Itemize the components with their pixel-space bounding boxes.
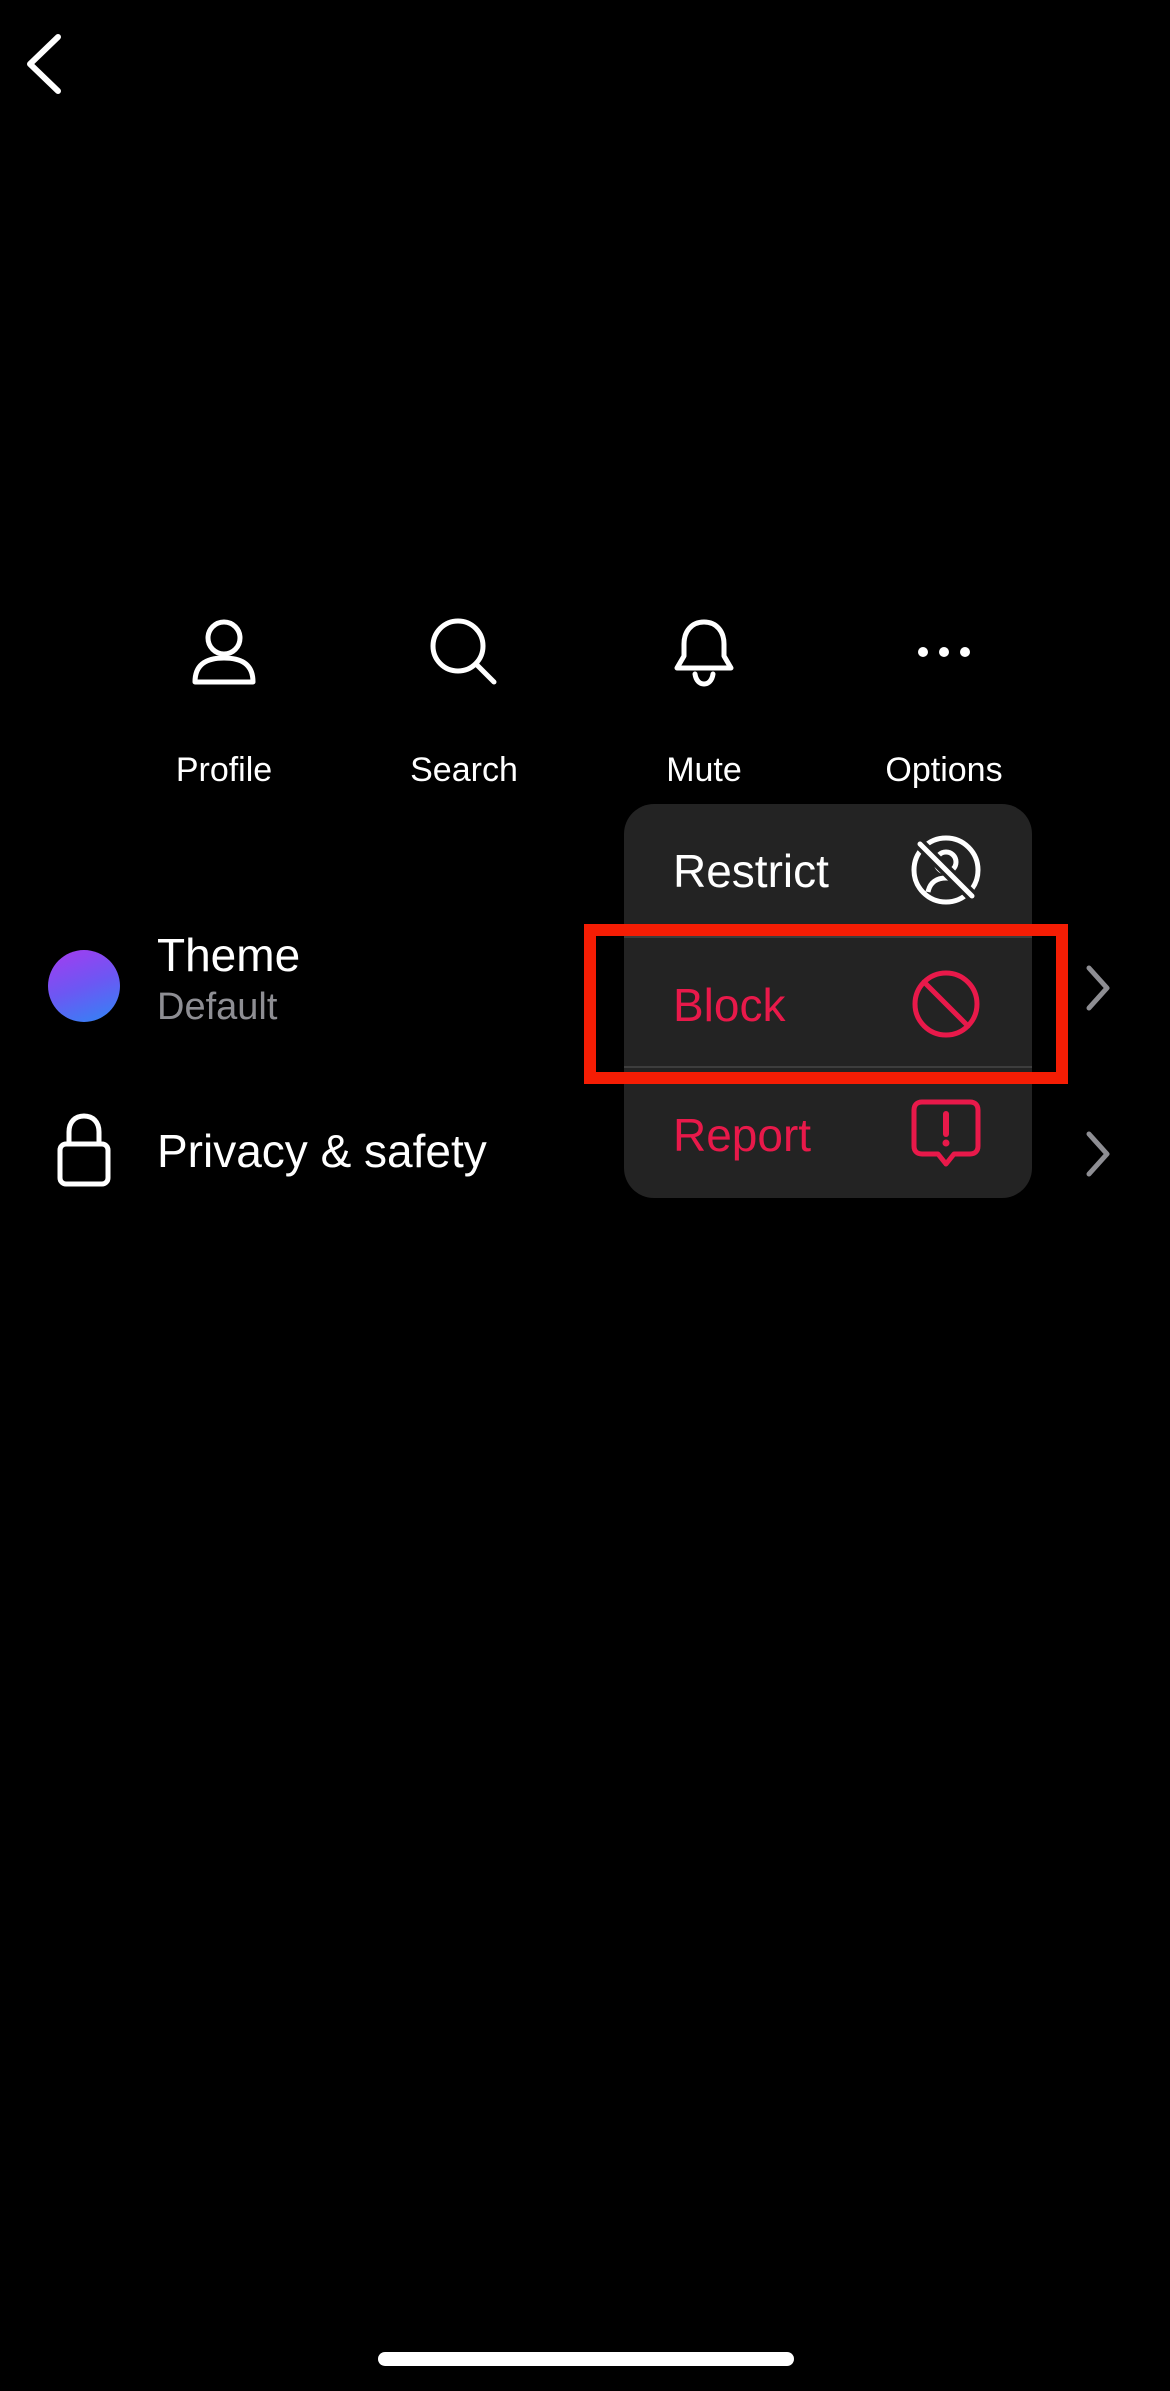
menu-item-report[interactable]: Report xyxy=(624,1068,1032,1198)
options-button[interactable]: Options xyxy=(844,600,1044,800)
search-button[interactable]: Search xyxy=(364,600,564,800)
restrict-label: Restrict xyxy=(673,845,829,897)
lock-icon xyxy=(56,1112,112,1188)
person-icon xyxy=(184,612,264,692)
bell-icon xyxy=(664,612,744,692)
highlight-box xyxy=(584,924,1068,1084)
chevron-right-icon xyxy=(1078,1124,1118,1184)
mute-label: Mute xyxy=(666,751,742,789)
mute-button[interactable]: Mute xyxy=(604,600,804,800)
chevron-right-icon xyxy=(1078,958,1118,1018)
ellipsis-icon xyxy=(904,612,984,692)
report-icon xyxy=(910,1098,982,1170)
profile-button[interactable]: Profile xyxy=(124,600,324,800)
profile-label: Profile xyxy=(175,751,273,789)
back-button[interactable] xyxy=(14,28,74,104)
theme-title: Theme xyxy=(157,929,301,981)
chevron-left-icon xyxy=(24,33,64,100)
search-icon xyxy=(424,612,504,692)
privacy-title: Privacy & safety xyxy=(157,1125,487,1177)
options-label: Options xyxy=(885,751,1003,789)
report-label: Report xyxy=(673,1109,812,1161)
theme-subtitle: Default xyxy=(157,986,278,1028)
restrict-icon xyxy=(910,834,982,906)
menu-item-restrict[interactable]: Restrict xyxy=(624,804,1032,936)
theme-swatch xyxy=(48,950,120,1022)
search-label: Search xyxy=(410,751,518,789)
home-indicator xyxy=(378,2352,794,2366)
